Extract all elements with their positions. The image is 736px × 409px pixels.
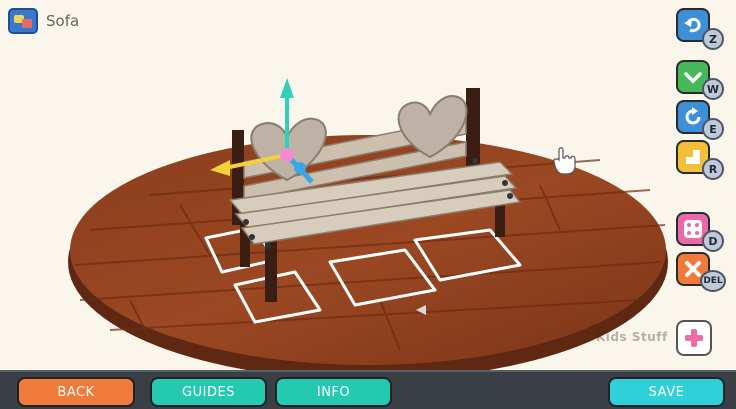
scene-canvas (68, 78, 668, 370)
resize-icon (686, 150, 700, 164)
resize-key-badge: R (702, 158, 724, 180)
delete-key-badge: DEL (700, 270, 726, 292)
chevron-down-icon (684, 72, 702, 84)
rotate-key-badge: E (702, 118, 724, 140)
rotate-icon (685, 107, 701, 125)
plus-icon (685, 329, 703, 347)
undo-key-badge: Z (702, 28, 724, 50)
undo-arrow-icon (684, 17, 701, 33)
save-button[interactable]: SAVE (608, 377, 725, 407)
move-key-badge: W (702, 78, 724, 100)
info-button[interactable]: INFO (275, 377, 392, 407)
watermark: Kids Stuff (596, 330, 668, 344)
title-bar: Sofa (8, 8, 79, 34)
guides-button[interactable]: GUIDES (150, 377, 267, 407)
picture-frame-icon (8, 8, 38, 34)
add-object-button[interactable] (676, 320, 712, 356)
hand-cursor-icon (553, 147, 576, 175)
editor-viewport[interactable]: Sofa Z W E R D DEL Kids Stuff (0, 0, 736, 370)
back-button[interactable]: BACK (17, 377, 135, 407)
dice-icon (684, 220, 702, 238)
bottom-bar: BACK GUIDES INFO SAVE (0, 370, 736, 409)
object-title: Sofa (46, 12, 80, 30)
duplicate-key-badge: D (702, 230, 724, 252)
